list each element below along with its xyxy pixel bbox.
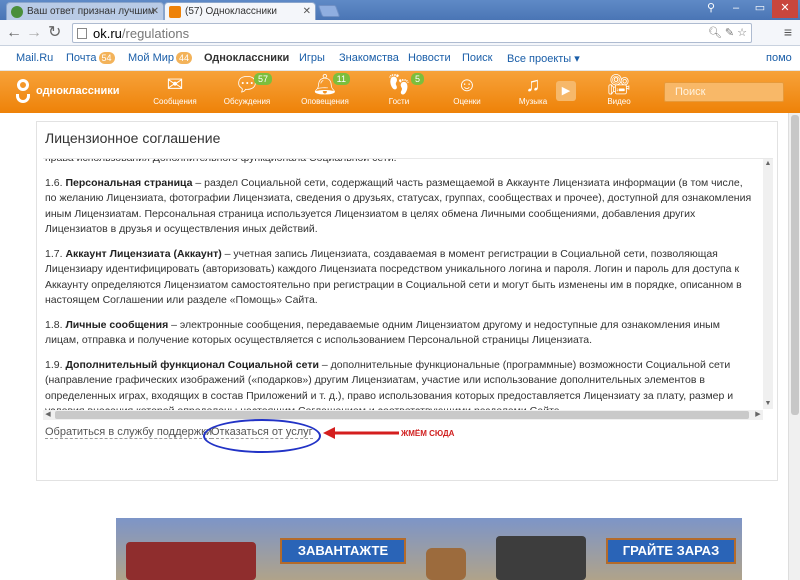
page-title: Лицензионное соглашение [45,130,221,146]
tab-title: Ваш ответ признан лучшим [27,6,155,17]
scroll-down-arrow-icon[interactable]: ▼ [763,399,773,409]
license-clause: 1.8. Личные сообщения – электронные сооб… [45,318,720,347]
notifications-count: 11 [332,73,350,85]
nav-guests[interactable]: 👣︎ Гости 5 [372,73,426,111]
ok-logo[interactable]: одноклассники [14,77,154,107]
url-text: ok.ru/regulations [93,26,190,41]
ratings-icon: ☺ [456,74,478,96]
page-scrollbar-thumb[interactable] [791,115,799,415]
maximize-button[interactable]: ▭ [748,0,772,18]
portal-link-search[interactable]: Поиск [462,52,492,64]
nav-messages[interactable]: ✉ Сообщения [148,73,202,111]
nav-music[interactable]: ♫ Музыка [506,73,560,111]
portal-link-games[interactable]: Игры [299,52,325,64]
discussions-count: 57 [253,73,272,85]
scroll-left-arrow-icon[interactable]: ◀ [43,410,53,420]
address-bar[interactable]: ok.ru/regulations 🔍︎ ✎ ☆ [72,23,752,43]
zoom-icon[interactable]: 🔍︎ ✎ ☆ [708,26,747,39]
portal-link-ok[interactable]: Одноклассники [204,52,289,64]
ok-search[interactable] [664,82,784,102]
guests-count: 5 [410,73,424,85]
tab-title: (57) Одноклассники [185,6,277,17]
highlight-oval [203,419,321,453]
browser-tab-2[interactable]: (57) Одноклассники ✕ [164,2,316,20]
portal-link-help[interactable]: помо [766,52,792,64]
license-fragment: права использования Дополнительного функ… [45,158,397,164]
wrench-icon[interactable]: ≡ [784,24,792,40]
scrollbar-thumb[interactable] [55,411,749,419]
nav-video[interactable]: 🎥︎ Видео [592,73,646,111]
horizontal-scrollbar[interactable]: ◀ ▶ [43,410,763,420]
nav-notifications[interactable]: 🔔︎ Оповещения 11 [298,73,352,111]
envelope-icon: ✉ [166,74,184,96]
portal-link-all-projects[interactable]: Все проекты ▾ [507,52,580,65]
new-tab-button[interactable] [317,5,341,17]
ok-search-input[interactable] [665,83,783,101]
reload-icon[interactable]: ↻ [48,23,61,43]
nav-discussions[interactable]: 💬︎ Обсуждения 57 [220,73,274,111]
mail-count-badge: 54 [98,52,115,64]
music-note-icon: ♫ [525,74,541,96]
browser-toolbar: ← → ↻ ok.ru/regulations 🔍︎ ✎ ☆ ≡ [0,20,800,46]
page-icon [77,28,87,39]
music-play-icon[interactable]: ▶ [556,81,576,101]
browser-tab-bar: Ваш ответ признан лучшим ✕ (57) Одноклас… [0,0,800,20]
portal-link-dating[interactable]: Знакомства [339,52,399,64]
myworld-count-badge: 44 [176,52,193,64]
vertical-scrollbar[interactable]: ▲ ▼ [763,159,773,409]
portal-link-news[interactable]: Новости [408,52,451,64]
annotation-text: ЖМЁМ СЮДА [401,429,455,438]
video-camera-icon: 🎥︎ [606,74,632,96]
license-clause: 1.6. Персональная страница – раздел Соци… [45,176,752,236]
main-content: Лицензионное соглашение права использова… [0,113,800,580]
portal-link-mailru[interactable]: Mail.Ru [16,52,53,64]
tab-favicon [11,6,23,18]
close-icon[interactable]: ✕ [151,3,159,20]
nav-ratings[interactable]: ☺ Оценки [440,73,494,111]
back-arrow-icon[interactable]: ← [6,23,22,43]
ad-play-button[interactable]: ГРАЙТЕ ЗАРАЗ [606,538,736,564]
license-text: права использования Дополнительного функ… [45,158,755,420]
license-text-scrollbox[interactable]: права использования Дополнительного функ… [43,158,773,420]
scroll-right-arrow-icon[interactable]: ▶ [753,410,763,420]
portal-link-mail[interactable]: Почта 54 [66,52,115,64]
ad-download-button[interactable]: ЗАВАНТАЖТЕ [280,538,406,564]
locomotive-image [496,536,586,580]
page-scrollbar[interactable] [788,113,800,580]
red-arrow-icon [323,427,399,439]
ad-banner[interactable]: ЗАВАНТАЖТЕ ГРАЙТЕ ЗАРАЗ [116,518,742,580]
user-icon[interactable]: ⚲ [700,0,722,18]
ok-logo-icon [14,79,32,105]
close-icon[interactable]: ✕ [303,3,311,20]
train-image [126,542,256,580]
portal-bar: Mail.Ru Почта 54 Мой Мир 44 Одноклассники … [0,47,800,71]
tab-favicon [169,6,181,18]
license-clause: 1.7. Аккаунт Лицензиата (Аккаунт) – учет… [45,247,742,307]
forward-arrow-icon[interactable]: → [26,23,42,43]
barrel-image [426,548,466,580]
browser-tab-1[interactable]: Ваш ответ признан лучшим ✕ [6,2,164,20]
minimize-button[interactable]: – [724,0,748,18]
window-close-button[interactable]: ✕ [772,0,798,18]
scroll-up-arrow-icon[interactable]: ▲ [763,159,773,169]
portal-link-myworld[interactable]: Мой Мир 44 [128,52,193,64]
license-panel: Лицензионное соглашение права использова… [36,121,778,481]
ok-header: одноклассники ✉ Сообщения 💬︎ Обсуждения … [0,71,800,113]
support-link[interactable]: Обратиться в службу поддержки [45,426,213,439]
